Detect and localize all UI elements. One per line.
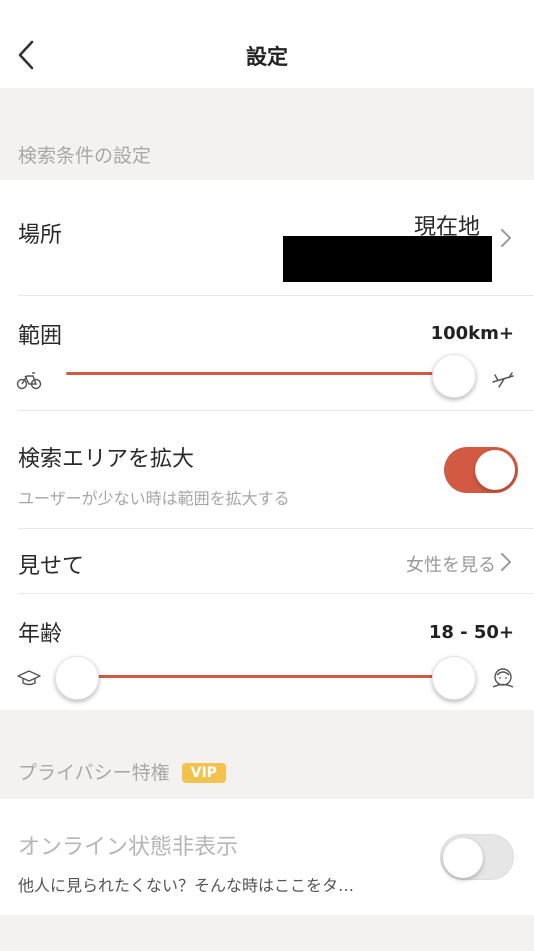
show-gender-row[interactable]: 見せて 女性を見る xyxy=(0,529,534,593)
age-slider-min-thumb[interactable] xyxy=(55,656,99,700)
chevron-right-icon xyxy=(501,229,511,247)
privacy-section-title: プライバシー特権 xyxy=(18,762,170,784)
age-slider-track[interactable] xyxy=(77,675,454,678)
online-hidden-label: オンライン状態非表示 xyxy=(18,835,239,860)
age-value: 18 - 50+ xyxy=(428,622,514,643)
range-slider-track[interactable] xyxy=(66,372,454,375)
location-label: 場所 xyxy=(18,223,63,248)
age-label: 年齢 xyxy=(18,622,63,647)
toggle-knob xyxy=(443,838,483,878)
airplane-icon xyxy=(492,372,514,388)
page-title: 設定 xyxy=(246,45,288,69)
age-slider-max-thumb[interactable] xyxy=(432,656,476,700)
vip-badge: VIP xyxy=(181,763,226,783)
online-hidden-description: 他人に見られたくない？そんな時はここをタ… xyxy=(18,876,355,895)
chevron-right-icon xyxy=(501,553,511,571)
show-gender-value: 女性を見る xyxy=(406,555,496,576)
show-gender-label: 見せて xyxy=(18,554,85,579)
expand-area-label: 検索エリアを拡大 xyxy=(18,447,195,472)
redacted-block xyxy=(283,236,492,282)
graduation-cap-icon xyxy=(17,670,41,686)
online-hidden-toggle[interactable] xyxy=(440,834,514,880)
nav-bar: 設定 xyxy=(0,0,534,88)
elderly-face-icon xyxy=(492,668,514,688)
range-slider-thumb[interactable] xyxy=(432,354,476,398)
location-row[interactable]: 場所 現在地 xyxy=(0,180,534,295)
privacy-card: オンライン状態非表示 他人に見られたくない？そんな時はここをタ… xyxy=(0,799,534,915)
range-value: 100km+ xyxy=(430,323,514,344)
section-header-search: 検索条件の設定 xyxy=(18,145,152,167)
section-header-privacy: プライバシー特権 VIP xyxy=(18,758,226,785)
search-settings-card: 場所 現在地 範囲 100km+ 検索エリアを拡大 ユーザーが少ない時は範囲を拡… xyxy=(0,180,534,710)
range-row: 範囲 100km+ xyxy=(0,296,534,410)
expand-area-description: ユーザーが少ない時は範囲を拡大する xyxy=(18,489,290,508)
expand-area-toggle[interactable] xyxy=(444,447,518,493)
bicycle-icon xyxy=(16,372,42,390)
range-label: 範囲 xyxy=(18,324,63,349)
expand-area-row: 検索エリアを拡大 ユーザーが少ない時は範囲を拡大する xyxy=(0,411,534,528)
toggle-knob xyxy=(475,450,515,490)
